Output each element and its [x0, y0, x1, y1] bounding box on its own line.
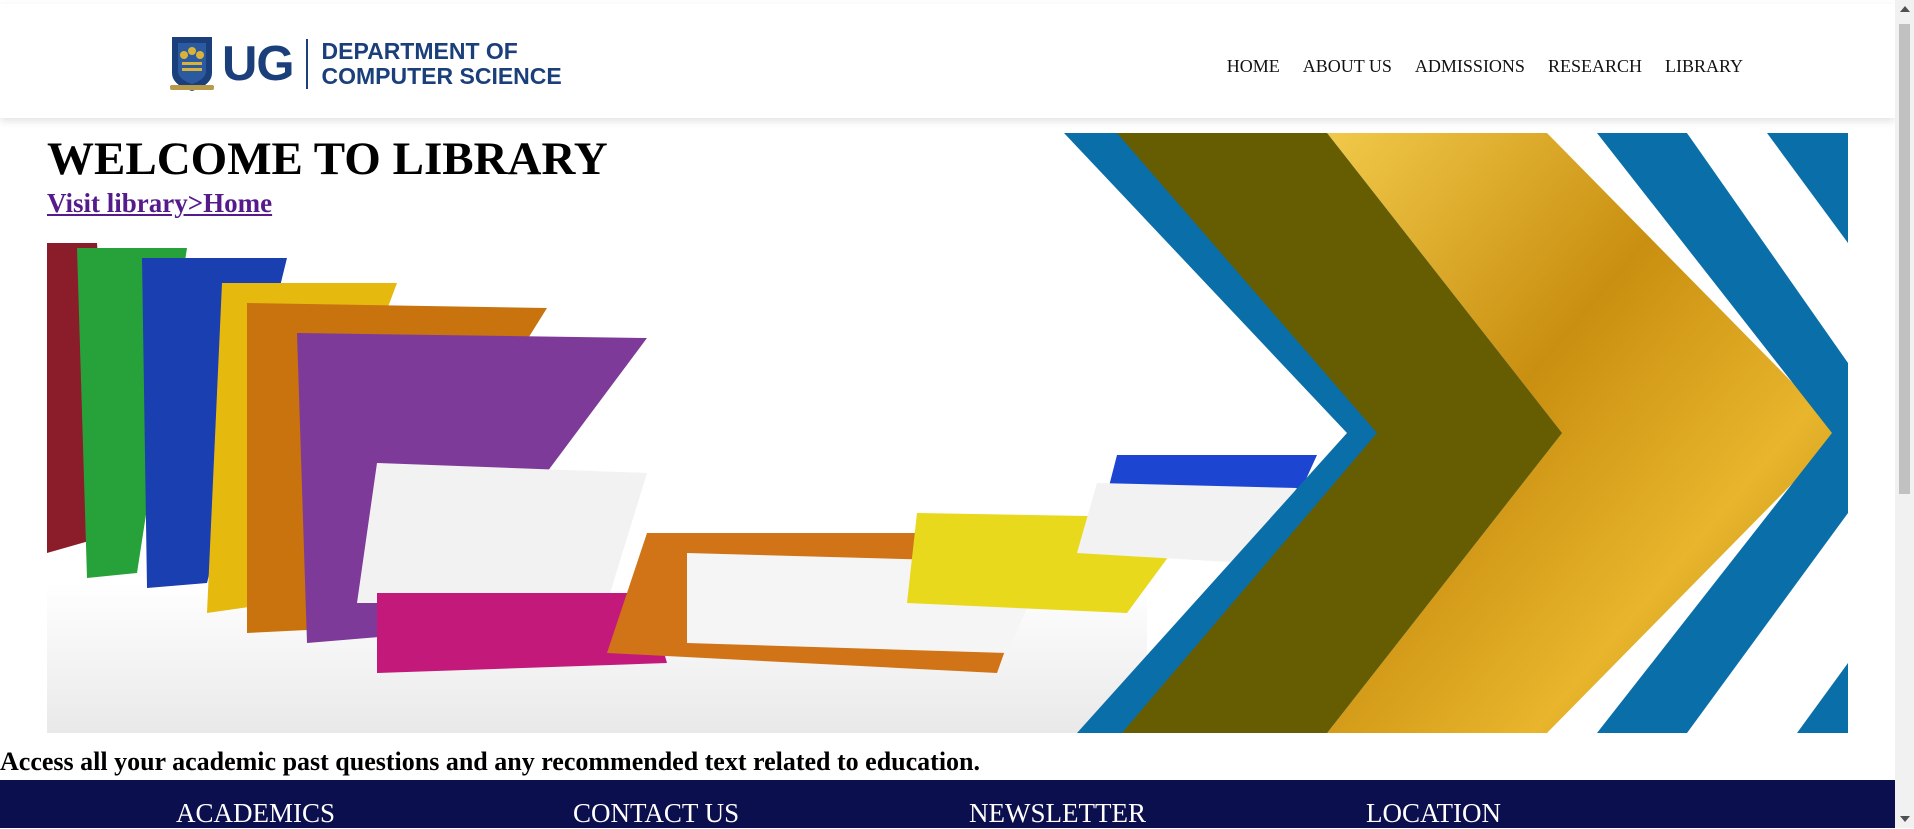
nav-about-us[interactable]: ABOUT US [1303, 56, 1392, 77]
scroll-down-icon[interactable] [1900, 816, 1910, 822]
logo-divider [305, 39, 308, 89]
nav-admissions[interactable]: ADMISSIONS [1415, 56, 1525, 77]
footer-bar: ACADEMICS CONTACT US NEWSLETTER LOCATION [0, 780, 1895, 828]
nav-research[interactable]: RESEARCH [1548, 56, 1642, 77]
page-title: WELCOME TO LIBRARY [47, 133, 608, 185]
footer-newsletter[interactable]: NEWSLETTER [969, 798, 1146, 829]
crest-icon [170, 35, 214, 93]
nav-library[interactable]: LIBRARY [1665, 56, 1743, 77]
library-tagline: Access all your academic past questions … [0, 747, 981, 776]
main-nav: HOME ABOUT US ADMISSIONS RESEARCH LIBRAR… [1227, 56, 1743, 77]
vertical-scrollbar[interactable] [1895, 0, 1914, 828]
footer-academics[interactable]: ACADEMICS [176, 798, 335, 829]
breadcrumb-link[interactable]: Visit library>Home [47, 188, 272, 219]
nav-home[interactable]: HOME [1227, 56, 1280, 77]
logo-line-2: COMPUTER SCIENCE [321, 63, 562, 89]
site-logo[interactable]: UG DEPARTMENT OF COMPUTER SCIENCE [170, 34, 562, 94]
scroll-up-icon[interactable] [1900, 6, 1910, 12]
logo-ug: UG [222, 37, 294, 91]
footer-location[interactable]: LOCATION [1366, 798, 1501, 829]
hero-banner-image [47, 133, 1848, 733]
logo-department: DEPARTMENT OF COMPUTER SCIENCE [322, 39, 562, 89]
logo-line-1: DEPARTMENT OF [321, 38, 518, 64]
site-header: UG DEPARTMENT OF COMPUTER SCIENCE HOME A… [0, 4, 1895, 118]
footer-contact-us[interactable]: CONTACT US [573, 798, 739, 829]
scrollbar-thumb[interactable] [1899, 24, 1910, 494]
